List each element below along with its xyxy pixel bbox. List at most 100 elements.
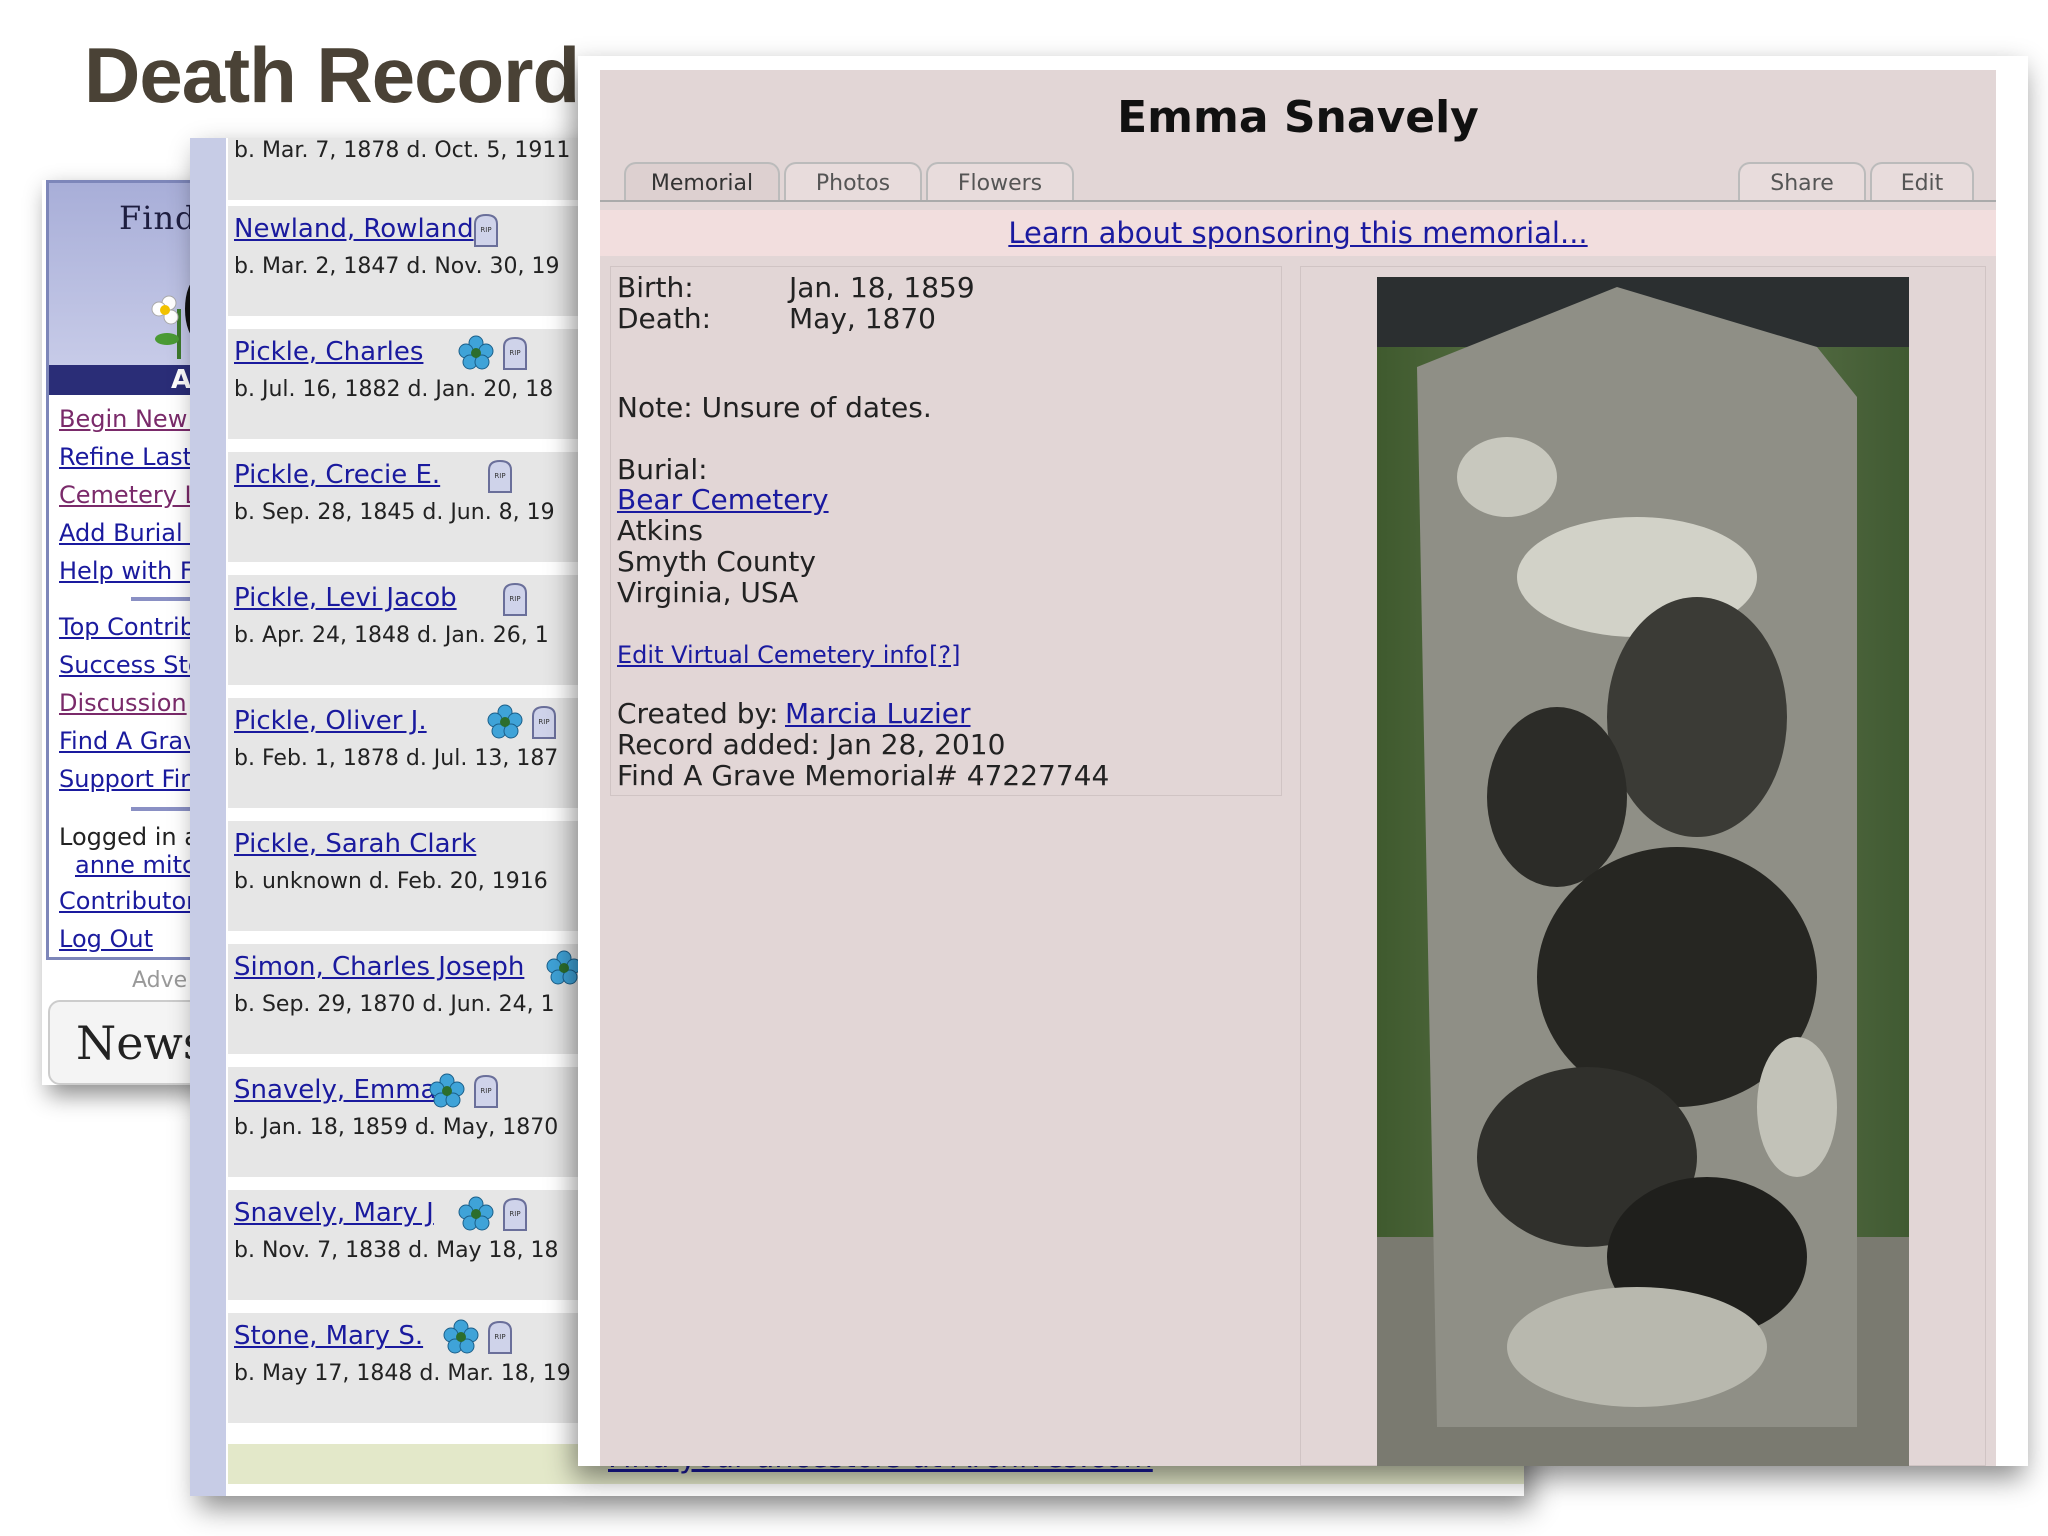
- svg-text:RIP: RIP: [539, 718, 550, 726]
- sponsor-link[interactable]: Learn about sponsoring this memorial...: [1008, 216, 1587, 250]
- support-link[interactable]: Support Fin: [59, 765, 195, 793]
- burial-label: Burial:: [617, 453, 708, 486]
- begin-new-search-link[interactable]: Begin New :: [59, 405, 203, 433]
- success-stories-link[interactable]: Success Sto: [59, 651, 203, 679]
- created-by-label: Created by:: [617, 697, 779, 730]
- photo-panel: [1300, 266, 1986, 1466]
- record-added: Record added: Jan 28, 2010: [617, 728, 1006, 761]
- logout-link[interactable]: Log Out: [59, 925, 153, 953]
- list-item-dates: b. Mar. 7, 1878 d. Oct. 5, 1911: [234, 138, 571, 163]
- top-contributors-link[interactable]: Top Contrib: [59, 613, 195, 641]
- list-item-icons: RIP: [486, 704, 558, 740]
- headstone-icon[interactable]: RIP: [501, 1196, 529, 1232]
- list-item-name-link[interactable]: Snavely, Mary J: [234, 1198, 434, 1228]
- list-item-name-link[interactable]: Stone, Mary S.: [234, 1321, 423, 1351]
- svg-text:RIP: RIP: [509, 1210, 520, 1218]
- slide-title: Death Records: [84, 31, 622, 119]
- list-item-name-link[interactable]: Pickle, Crecie E.: [234, 460, 440, 490]
- list-item-icons: RIP: [472, 212, 500, 248]
- cemetery-lookup-link[interactable]: Cemetery L: [59, 481, 198, 509]
- headstone-icon[interactable]: RIP: [501, 581, 529, 617]
- list-item-icons: RIP: [501, 581, 529, 617]
- memorial-details: Birth: Jan. 18, 1859 Death: May, 1870 No…: [610, 266, 1282, 796]
- results-left-border: [190, 138, 226, 1496]
- burial-county: Smyth County: [617, 545, 816, 578]
- list-item-dates: b. Nov. 7, 1838 d. May 18, 18: [234, 1238, 559, 1263]
- refine-last-search-link[interactable]: Refine Last: [59, 443, 192, 471]
- flower-icon[interactable]: [545, 950, 583, 986]
- burial-town: Atkins: [617, 514, 703, 547]
- list-item-name-link[interactable]: Pickle, Oliver J.: [234, 706, 427, 736]
- svg-text:RIP: RIP: [495, 472, 506, 480]
- list-item-name-link[interactable]: Snavely, Emma: [234, 1075, 436, 1105]
- discussion-link[interactable]: Discussion: [59, 689, 187, 717]
- advertisement-label: Adve: [132, 968, 188, 993]
- list-item-dates: b. May 17, 1848 d. Mar. 18, 19: [234, 1361, 571, 1386]
- list-item-name-link[interactable]: Simon, Charles Joseph: [234, 952, 524, 982]
- list-item-dates: b. Jul. 16, 1882 d. Jan. 20, 18: [234, 377, 554, 402]
- burial-state: Virginia, USA: [617, 576, 799, 609]
- svg-text:RIP: RIP: [495, 1333, 506, 1341]
- flower-icon[interactable]: [428, 1073, 466, 1109]
- list-item-dates: b. Jan. 18, 1859 d. May, 1870: [234, 1115, 559, 1140]
- logo-text: Find: [119, 199, 197, 237]
- gravestone-photo[interactable]: [1377, 277, 1909, 1466]
- tab-photos[interactable]: Photos: [784, 162, 922, 202]
- help-link[interactable]: [?]: [929, 641, 960, 669]
- list-item-dates: b. Sep. 29, 1870 d. Jun. 24, 1: [234, 992, 555, 1017]
- memorial-panel: Emma Snavely Memorial Photos Flowers Sha…: [600, 70, 1996, 1466]
- svg-text:RIP: RIP: [509, 595, 520, 603]
- list-item-icons: RIP: [428, 1073, 500, 1109]
- creator-link[interactable]: Marcia Luzier: [785, 697, 971, 730]
- memorial-name: Emma Snavely: [1117, 92, 1479, 143]
- birth-label: Birth:: [617, 271, 694, 304]
- help-link[interactable]: Help with Fi: [59, 557, 199, 585]
- memorial-number: Find A Grave Memorial# 47227744: [617, 759, 1110, 792]
- list-item-dates: b. Sep. 28, 1845 d. Jun. 8, 19: [234, 500, 555, 525]
- list-item-name-link[interactable]: Pickle, Sarah Clark: [234, 829, 476, 859]
- list-item-name-link[interactable]: Newland, Rowland: [234, 214, 474, 244]
- contributor-link[interactable]: Contributor: [59, 887, 196, 915]
- list-item-icons: RIP: [486, 458, 514, 494]
- birth-date: Jan. 18, 1859: [789, 271, 975, 304]
- flower-icon[interactable]: [486, 704, 524, 740]
- list-item-dates: b. Mar. 2, 1847 d. Nov. 30, 19: [234, 254, 560, 279]
- edit-button[interactable]: Edit: [1870, 162, 1974, 202]
- list-item-dates: b. unknown d. Feb. 20, 1916: [234, 869, 548, 894]
- list-item-name-link[interactable]: Pickle, Charles: [234, 337, 423, 367]
- share-button[interactable]: Share: [1738, 162, 1866, 202]
- list-item-icons: [545, 950, 583, 986]
- headstone-icon[interactable]: RIP: [472, 212, 500, 248]
- tab-flowers[interactable]: Flowers: [926, 162, 1074, 202]
- svg-text:RIP: RIP: [509, 349, 520, 357]
- flower-icon[interactable]: [457, 1196, 495, 1232]
- death-label: Death:: [617, 302, 712, 335]
- flower-icon[interactable]: [457, 335, 495, 371]
- user-name-link[interactable]: anne mitc: [75, 851, 195, 879]
- headstone-icon[interactable]: RIP: [472, 1073, 500, 1109]
- tab-memorial[interactable]: Memorial: [624, 162, 780, 202]
- svg-text:RIP: RIP: [480, 1087, 491, 1095]
- logged-in-label: Logged in a: [59, 823, 199, 851]
- find-a-grave-link[interactable]: Find A Grav: [59, 727, 197, 755]
- headstone-icon[interactable]: RIP: [486, 458, 514, 494]
- headstone-icon[interactable]: RIP: [501, 335, 529, 371]
- list-item-icons: RIP: [457, 335, 529, 371]
- list-item-dates: b. Feb. 1, 1878 d. Jul. 13, 187: [234, 746, 559, 771]
- list-item-icons: RIP: [457, 1196, 529, 1232]
- death-date: May, 1870: [789, 302, 936, 335]
- add-burial-link[interactable]: Add Burial I: [59, 519, 197, 547]
- list-item-name-link[interactable]: Pickle, Levi Jacob: [234, 583, 457, 613]
- headstone-icon[interactable]: RIP: [530, 704, 558, 740]
- svg-text:RIP: RIP: [480, 226, 491, 234]
- flower-icon[interactable]: [442, 1319, 480, 1355]
- memorial-screenshot: Emma Snavely Memorial Photos Flowers Sha…: [578, 56, 2028, 1466]
- note-text: Note: Unsure of dates.: [617, 391, 932, 424]
- cemetery-link[interactable]: Bear Cemetery: [617, 483, 829, 516]
- sponsor-banner: Learn about sponsoring this memorial...: [600, 210, 1996, 256]
- tab-divider: [600, 200, 1996, 202]
- list-item-icons: RIP: [442, 1319, 514, 1355]
- list-item-dates: b. Apr. 24, 1848 d. Jan. 26, 1: [234, 623, 549, 648]
- headstone-icon[interactable]: RIP: [486, 1319, 514, 1355]
- virtual-cemetery-link[interactable]: Edit Virtual Cemetery info: [617, 641, 928, 669]
